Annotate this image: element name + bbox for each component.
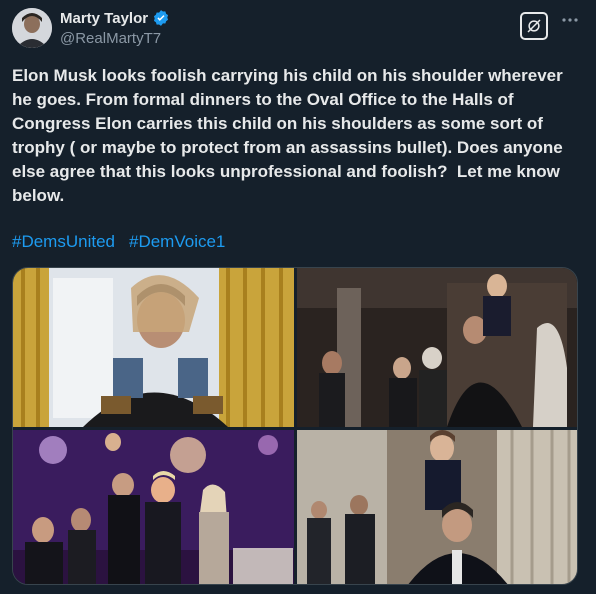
author-handle[interactable]: @RealMartyT7 <box>60 30 161 47</box>
more-options-button[interactable] <box>560 10 580 30</box>
author-name-row: Marty Taylor <box>60 9 170 27</box>
grok-icon <box>527 19 541 33</box>
more-horizontal-icon <box>562 18 578 22</box>
photo-formal-event[interactable] <box>297 268 577 427</box>
media-grid <box>12 267 578 585</box>
author-display-name[interactable]: Marty Taylor <box>60 10 148 27</box>
tweet-text: Elon Musk looks foolish carrying his chi… <box>12 66 563 205</box>
hashtag-link[interactable]: #DemVoice1 <box>129 232 225 252</box>
photo-capitol-hallway[interactable] <box>297 430 577 584</box>
tweet-card: Marty Taylor @RealMartyT7 Elon Musk look… <box>0 0 596 594</box>
photo-oval-office[interactable] <box>13 268 294 427</box>
grok-button[interactable] <box>520 12 548 40</box>
verified-badge-icon <box>152 9 170 27</box>
hashtag-row: #DemsUnited #DemVoice1 <box>12 232 225 252</box>
photo-ballroom-dinner[interactable] <box>13 430 294 584</box>
avatar-image <box>12 8 52 48</box>
hashtag-link[interactable]: #DemsUnited <box>12 232 115 252</box>
author-avatar[interactable] <box>12 8 52 48</box>
